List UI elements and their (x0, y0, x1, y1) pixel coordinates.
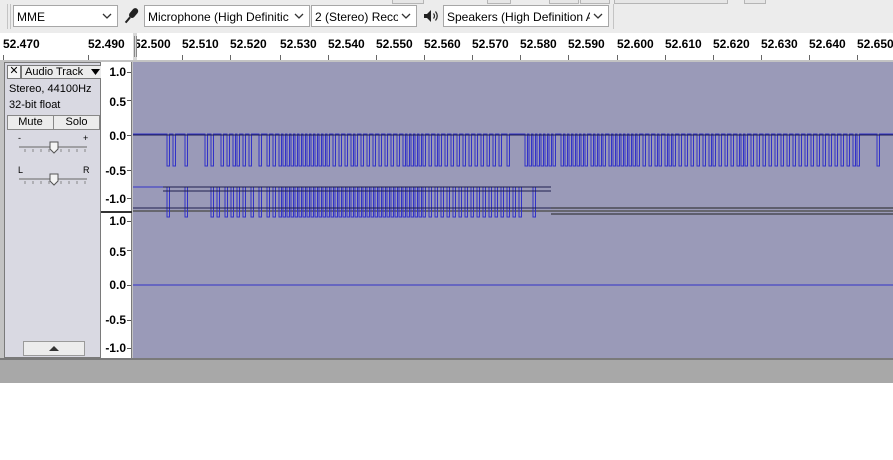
vruler-tick (127, 320, 131, 321)
vruler-tick (127, 250, 131, 251)
speaker-icon (424, 10, 438, 22)
timeline-tick-label: 52.510 (182, 37, 219, 51)
track-name: Audio Track (25, 66, 84, 78)
chevron-down-icon (294, 13, 304, 19)
vruler-label: 0.5 (109, 245, 126, 259)
timeline-tick-label: 52.470 (3, 37, 40, 51)
toolbar-strip (614, 0, 728, 4)
vruler-label: 0.5 (109, 95, 126, 109)
playback-device-dropdown[interactable]: Speakers (High Definition A (443, 5, 609, 27)
toolbar-grip[interactable] (7, 4, 8, 29)
chevron-down-icon (593, 13, 603, 19)
toolbar-strip (580, 0, 610, 4)
timeline-tick-label: 52.600 (617, 37, 654, 51)
chevron-down-icon (401, 13, 411, 19)
timeline-tick-label: 52.640 (809, 37, 846, 51)
chevron-down-icon (102, 13, 112, 19)
vruler-tick (127, 198, 131, 199)
solo-button[interactable]: Solo (53, 115, 100, 130)
timeline-grip-icon[interactable] (133, 33, 137, 60)
timeline-tick-label: 52.560 (424, 37, 461, 51)
vruler-tick (127, 348, 131, 349)
waveform-display[interactable] (133, 62, 893, 358)
toolbar-strip (392, 0, 424, 4)
timeline-tick-label: 52.540 (328, 37, 365, 51)
close-track-button[interactable]: ✕ (7, 65, 21, 79)
toolbar-strip (549, 0, 579, 4)
toolbar-strip (487, 0, 511, 4)
recording-channels-value: 2 (Stereo) Recor (315, 10, 398, 24)
toolbar-separator (613, 4, 614, 29)
track-format-info: Stereo, 44100Hz (9, 83, 92, 95)
audio-host-value: MME (17, 10, 45, 24)
collapse-up-icon (49, 346, 59, 351)
track-control-panel[interactable]: ✕ Audio Track Stereo, 44100Hz 32-bit flo… (4, 62, 104, 358)
playback-device-value: Speakers (High Definition A (447, 10, 590, 24)
vruler-label: -0.5 (105, 313, 126, 327)
timeline-tick-label: 52.590 (568, 37, 605, 51)
timeline-ruler[interactable]: 52.470 52.490 52.500 52.510 52.520 52.530 52.5… (0, 33, 893, 61)
pan-slider[interactable] (17, 171, 89, 187)
vruler-label: -0.5 (105, 164, 126, 178)
timeline-tick-label: 52.650 (857, 37, 893, 51)
vruler-label: 0.0 (109, 278, 126, 292)
channel-divider (101, 211, 132, 213)
timeline-tick-label: 52.620 (713, 37, 750, 51)
empty-track-area (0, 360, 893, 383)
toolbar-strip (744, 0, 766, 4)
vruler-label: -1.0 (105, 341, 126, 355)
audacity-window: MME Microphone (High Definitic 2 (Stereo… (0, 0, 893, 383)
track-sample-format: 32-bit float (9, 99, 61, 111)
vruler-label: -1.0 (105, 192, 126, 206)
timeline-tick-label: 52.490 (88, 37, 125, 51)
timeline-tick-label: 52.580 (520, 37, 557, 51)
recording-device-dropdown[interactable]: Microphone (High Definitic (144, 5, 310, 27)
audio-host-dropdown[interactable]: MME (13, 5, 118, 27)
vruler-label: 1.0 (109, 65, 126, 79)
microphone-icon (124, 8, 139, 24)
timeline-tick-label: 52.610 (665, 37, 702, 51)
vruler-tick (127, 135, 131, 136)
timeline-tick-label: 52.570 (472, 37, 509, 51)
vruler-tick (127, 100, 131, 101)
mute-button[interactable]: Mute (7, 115, 54, 130)
recording-device-value: Microphone (High Definitic (148, 10, 289, 24)
timeline-tick-label: 52.520 (230, 37, 267, 51)
timeline-tick-label: 52.630 (761, 37, 798, 51)
timeline-tick-label: 52.500 (134, 37, 171, 51)
vruler-tick (127, 170, 131, 171)
vruler-tick (127, 285, 131, 286)
track-name-menu[interactable]: Audio Track (21, 65, 104, 79)
vruler-tick (127, 221, 131, 222)
device-toolbar: MME Microphone (High Definitic 2 (Stereo… (0, 0, 893, 34)
toolbar-grip[interactable] (10, 4, 11, 29)
recording-channels-dropdown[interactable]: 2 (Stereo) Recor (311, 5, 417, 27)
timeline-tick-label: 52.530 (280, 37, 317, 51)
gain-slider-thumb (49, 141, 59, 154)
pan-slider-thumb (49, 173, 59, 186)
vruler-label: 0.0 (109, 129, 126, 143)
vruler-tick (127, 72, 131, 73)
vruler-label: 1.0 (109, 214, 126, 228)
vertical-ruler: 1.0 0.5 0.0 -0.5 -1.0 1.0 0.5 0.0 -0.5 -1.0 (101, 62, 132, 358)
gain-slider[interactable] (17, 139, 89, 155)
menu-arrow-icon (91, 69, 100, 75)
collapse-track-button[interactable] (23, 341, 85, 356)
timeline-tick-label: 52.550 (376, 37, 413, 51)
